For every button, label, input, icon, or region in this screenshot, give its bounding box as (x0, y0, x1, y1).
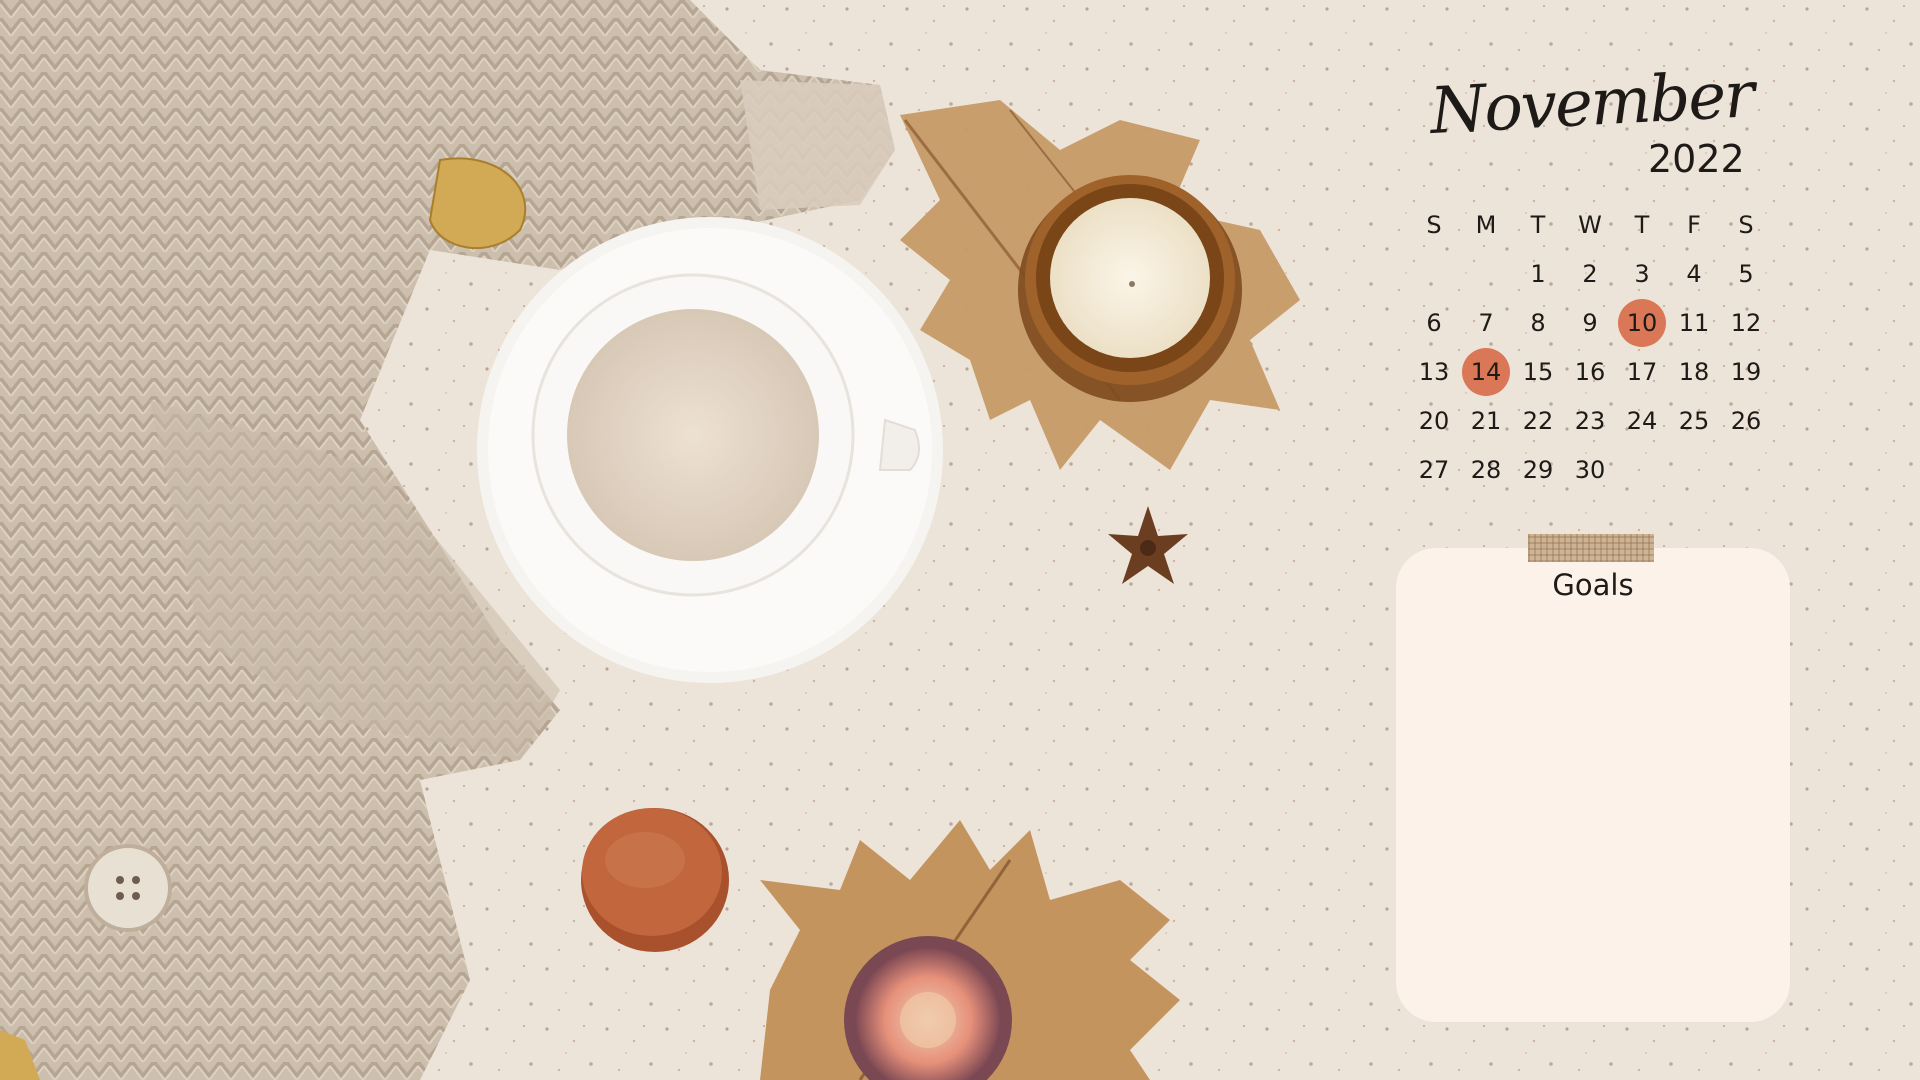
calendar-day-number: 17 (1626, 357, 1658, 386)
calendar-day-number: 13 (1418, 357, 1450, 386)
calendar-day-11: 11 (1668, 298, 1720, 347)
weekday-sunday: S (1426, 210, 1442, 239)
calendar-month-title: November (1428, 58, 1755, 149)
weekday-tuesday: T (1530, 210, 1546, 239)
calendar-day-number: 6 (1426, 308, 1442, 337)
calendar-day-number: 11 (1678, 308, 1710, 337)
calendar-day-8: 8 (1512, 298, 1564, 347)
calendar-day-5: 5 (1720, 249, 1772, 298)
calendar-day-25: 25 (1668, 396, 1720, 445)
calendar-year: 2022 (1648, 137, 1745, 181)
calendar-day-20: 20 (1408, 396, 1460, 445)
calendar-day-number: 24 (1626, 406, 1658, 435)
calendar-day-number: 7 (1478, 308, 1494, 337)
calendar-day-26: 26 (1720, 396, 1772, 445)
calendar-day-number: 27 (1418, 455, 1450, 484)
calendar-day-number: 12 (1730, 308, 1762, 337)
calendar-day-27: 27 (1408, 445, 1460, 494)
calendar-day-number: 30 (1574, 455, 1606, 484)
calendar-day-number: 23 (1574, 406, 1606, 435)
weekday-friday: F (1687, 210, 1701, 239)
calendar-day-19: 19 (1720, 347, 1772, 396)
tea-cup-decoration (477, 217, 943, 683)
calendar-day-4: 4 (1668, 249, 1720, 298)
calendar-day-14: 14 (1460, 347, 1512, 396)
calendar-day-29: 29 (1512, 445, 1564, 494)
calendar-day-18: 18 (1668, 347, 1720, 396)
calendar-day-number: 26 (1730, 406, 1762, 435)
calendar-day-2: 2 (1564, 249, 1616, 298)
calendar-day-number: 19 (1730, 357, 1762, 386)
calendar-day-number: 16 (1574, 357, 1606, 386)
calendar-day-number: 21 (1470, 406, 1502, 435)
calendar-day-13: 13 (1408, 347, 1460, 396)
calendar-day-15: 15 (1512, 347, 1564, 396)
calendar-day-number: 18 (1678, 357, 1710, 386)
calendar-day-number: 25 (1678, 406, 1710, 435)
calendar-day-number: 5 (1738, 259, 1754, 288)
calendar-day-number: 10 (1618, 298, 1666, 347)
calendar-day-21: 21 (1460, 396, 1512, 445)
calendar-day-6: 6 (1408, 298, 1460, 347)
calendar-day-12: 12 (1720, 298, 1772, 347)
calendar-grid: S M T W T F S 1 2 3 4 5 6 7 8 9 10 11 12 13 14 15 16 17 1… (1408, 200, 1772, 494)
goals-title: Goals (1552, 568, 1634, 602)
calendar-day-number: 28 (1470, 455, 1502, 484)
calendar-day-7: 7 (1460, 298, 1512, 347)
calendar-day-number: 3 (1634, 259, 1650, 288)
calendar-day-9: 9 (1564, 298, 1616, 347)
calendar-day-number: 8 (1530, 308, 1546, 337)
calendar-day-number: 22 (1522, 406, 1554, 435)
macaron-decoration (581, 808, 729, 952)
goals-card (1396, 548, 1790, 1022)
calendar-day-16: 16 (1564, 347, 1616, 396)
weekday-thursday: T (1634, 210, 1650, 239)
calendar-day-number: 20 (1418, 406, 1450, 435)
calendar-day-1: 1 (1512, 249, 1564, 298)
weekday-saturday: S (1738, 210, 1754, 239)
calendar-day-10: 10 (1616, 298, 1668, 347)
calendar-day-number: 9 (1582, 308, 1598, 337)
calendar-day-number: 2 (1582, 259, 1598, 288)
weekday-wednesday: W (1578, 210, 1602, 239)
calendar-day-number: 4 (1686, 259, 1702, 288)
washi-tape-decoration (1528, 534, 1654, 562)
calendar-day-number: 29 (1522, 455, 1554, 484)
calendar-day-number: 15 (1522, 357, 1554, 386)
calendar-day-17: 17 (1616, 347, 1668, 396)
calendar-day-number: 1 (1530, 259, 1546, 288)
calendar-day-22: 22 (1512, 396, 1564, 445)
calendar-day-28: 28 (1460, 445, 1512, 494)
calendar-day-24: 24 (1616, 396, 1668, 445)
calendar-day-23: 23 (1564, 396, 1616, 445)
weekday-monday: M (1475, 210, 1497, 239)
calendar-day-number: 14 (1462, 347, 1510, 396)
calendar-day-30: 30 (1564, 445, 1616, 494)
calendar-day-3: 3 (1616, 249, 1668, 298)
